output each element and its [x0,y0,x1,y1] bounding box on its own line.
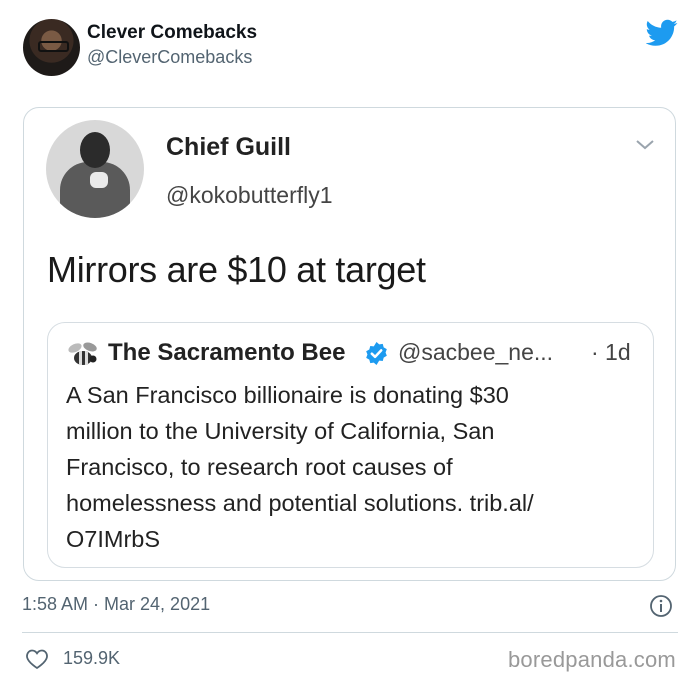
nested-text-line: homelessness and potential solutions. tr… [66,490,534,516]
chevron-down-icon [636,140,654,150]
like-count[interactable]: 159.9K [63,648,120,669]
nested-author-name: The Sacramento Bee [108,339,346,366]
watermark: boredpanda.com [508,647,676,672]
screenshot-author-name: Chief Guill [166,133,291,161]
nested-text-line: O7IMrbS [66,526,161,552]
author-handle[interactable]: @CleverComebacks [87,47,252,68]
nested-age: · 1d [591,339,631,365]
nested-text-line: Francisco, to research root causes of [66,454,453,480]
twitter-bird-icon[interactable] [646,19,678,47]
avatar-body-shape [60,162,130,218]
screenshot-avatar [46,120,144,218]
heart-icon[interactable] [25,648,49,670]
author-name[interactable]: Clever Comebacks [87,22,257,44]
verified-badge-icon [366,342,387,365]
nested-text-line: A San Francisco billionaire is donating … [66,382,509,408]
avatar-head-shape [80,132,110,168]
screenshot-author-handle: @kokobutterfly1 [166,182,333,208]
screenshot-tweet-text: Mirrors are $10 at target [47,249,426,290]
tweet-timestamp[interactable]: 1:58 AM · Mar 24, 2021 [22,594,210,615]
nested-tweet-text: A San Francisco billionaire is donating … [66,377,636,557]
info-icon[interactable] [649,594,673,618]
nested-text-line: million to the University of California,… [66,418,495,444]
nested-author-handle: @sacbee_ne... [398,339,554,365]
avatar-fist-shape [90,172,108,188]
divider [22,632,678,633]
glasses-detail [38,41,69,52]
bee-logo-icon [68,342,97,365]
avatar[interactable] [23,19,80,76]
